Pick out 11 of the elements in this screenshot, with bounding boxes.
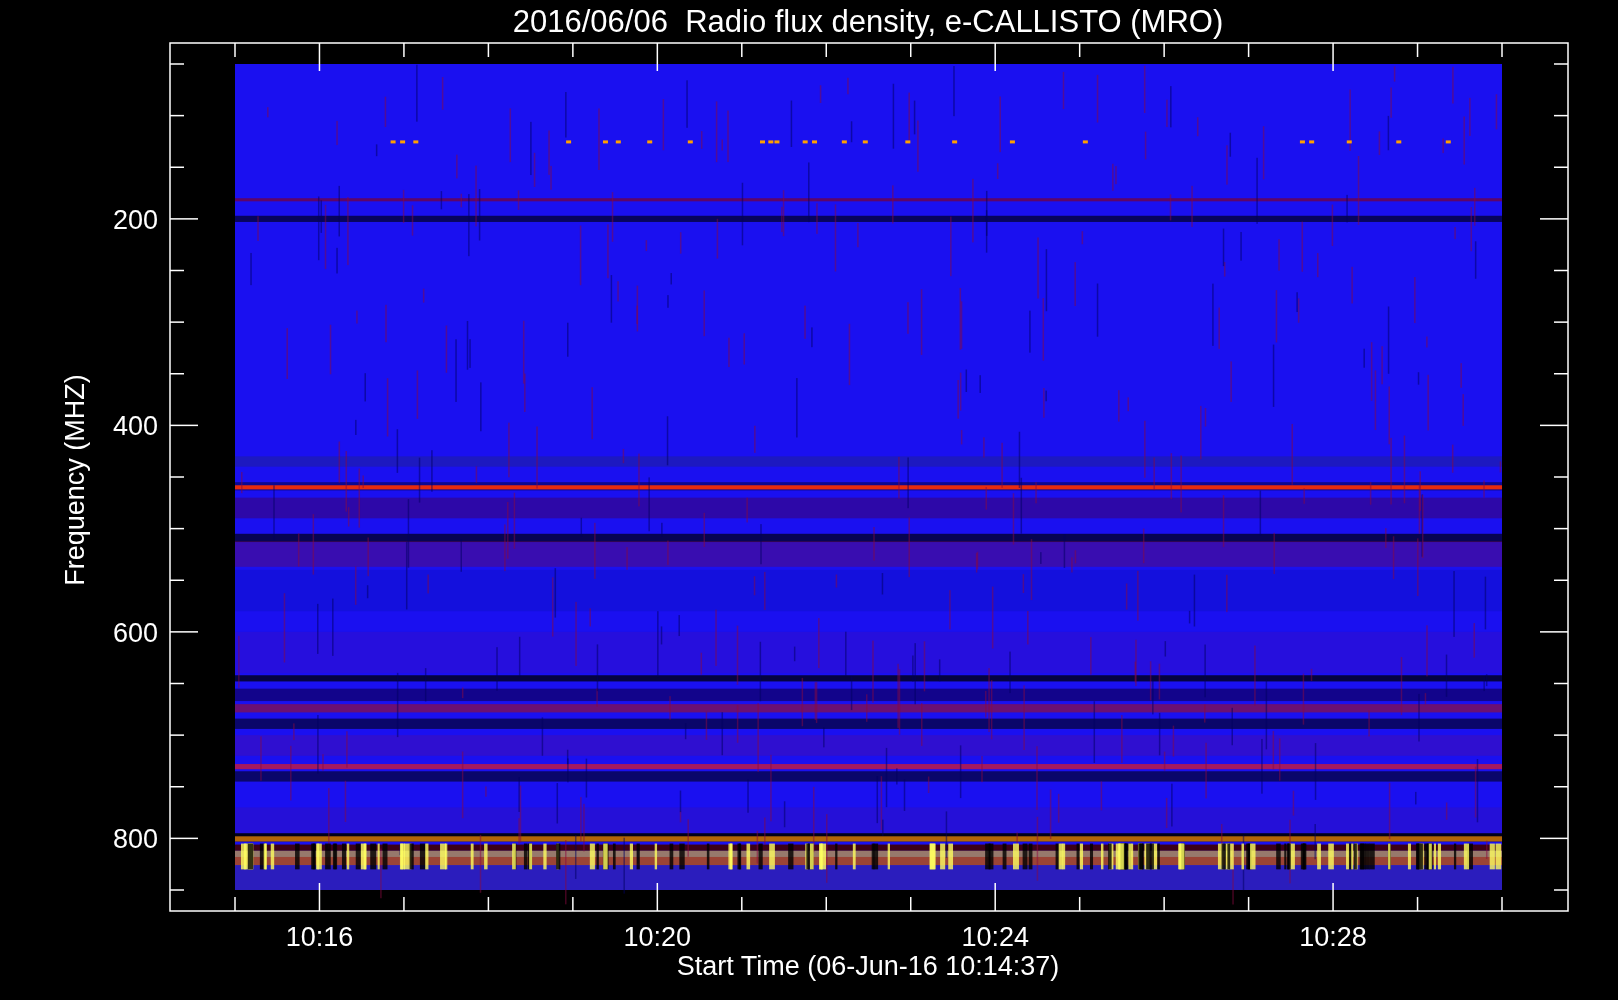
chart-title: 2016/06/06 Radio flux density, e-CALLISTO (MRO) (512, 4, 1224, 39)
tick-label: 800 (112, 824, 158, 855)
tick-label: 10:20 (623, 922, 692, 952)
tick-label: 200 (112, 204, 158, 235)
axis-title: Frequency (MHZ) (60, 374, 90, 586)
axis-title: Start Time (06-Jun-16 10:14:37) (676, 951, 1060, 981)
tick-label: 400 (112, 411, 158, 442)
tick-label: 10:28 (1299, 922, 1367, 952)
tick-label: 10:16 (285, 922, 354, 952)
tick-label: 10:24 (961, 922, 1029, 952)
tick-label: 600 (112, 617, 158, 648)
